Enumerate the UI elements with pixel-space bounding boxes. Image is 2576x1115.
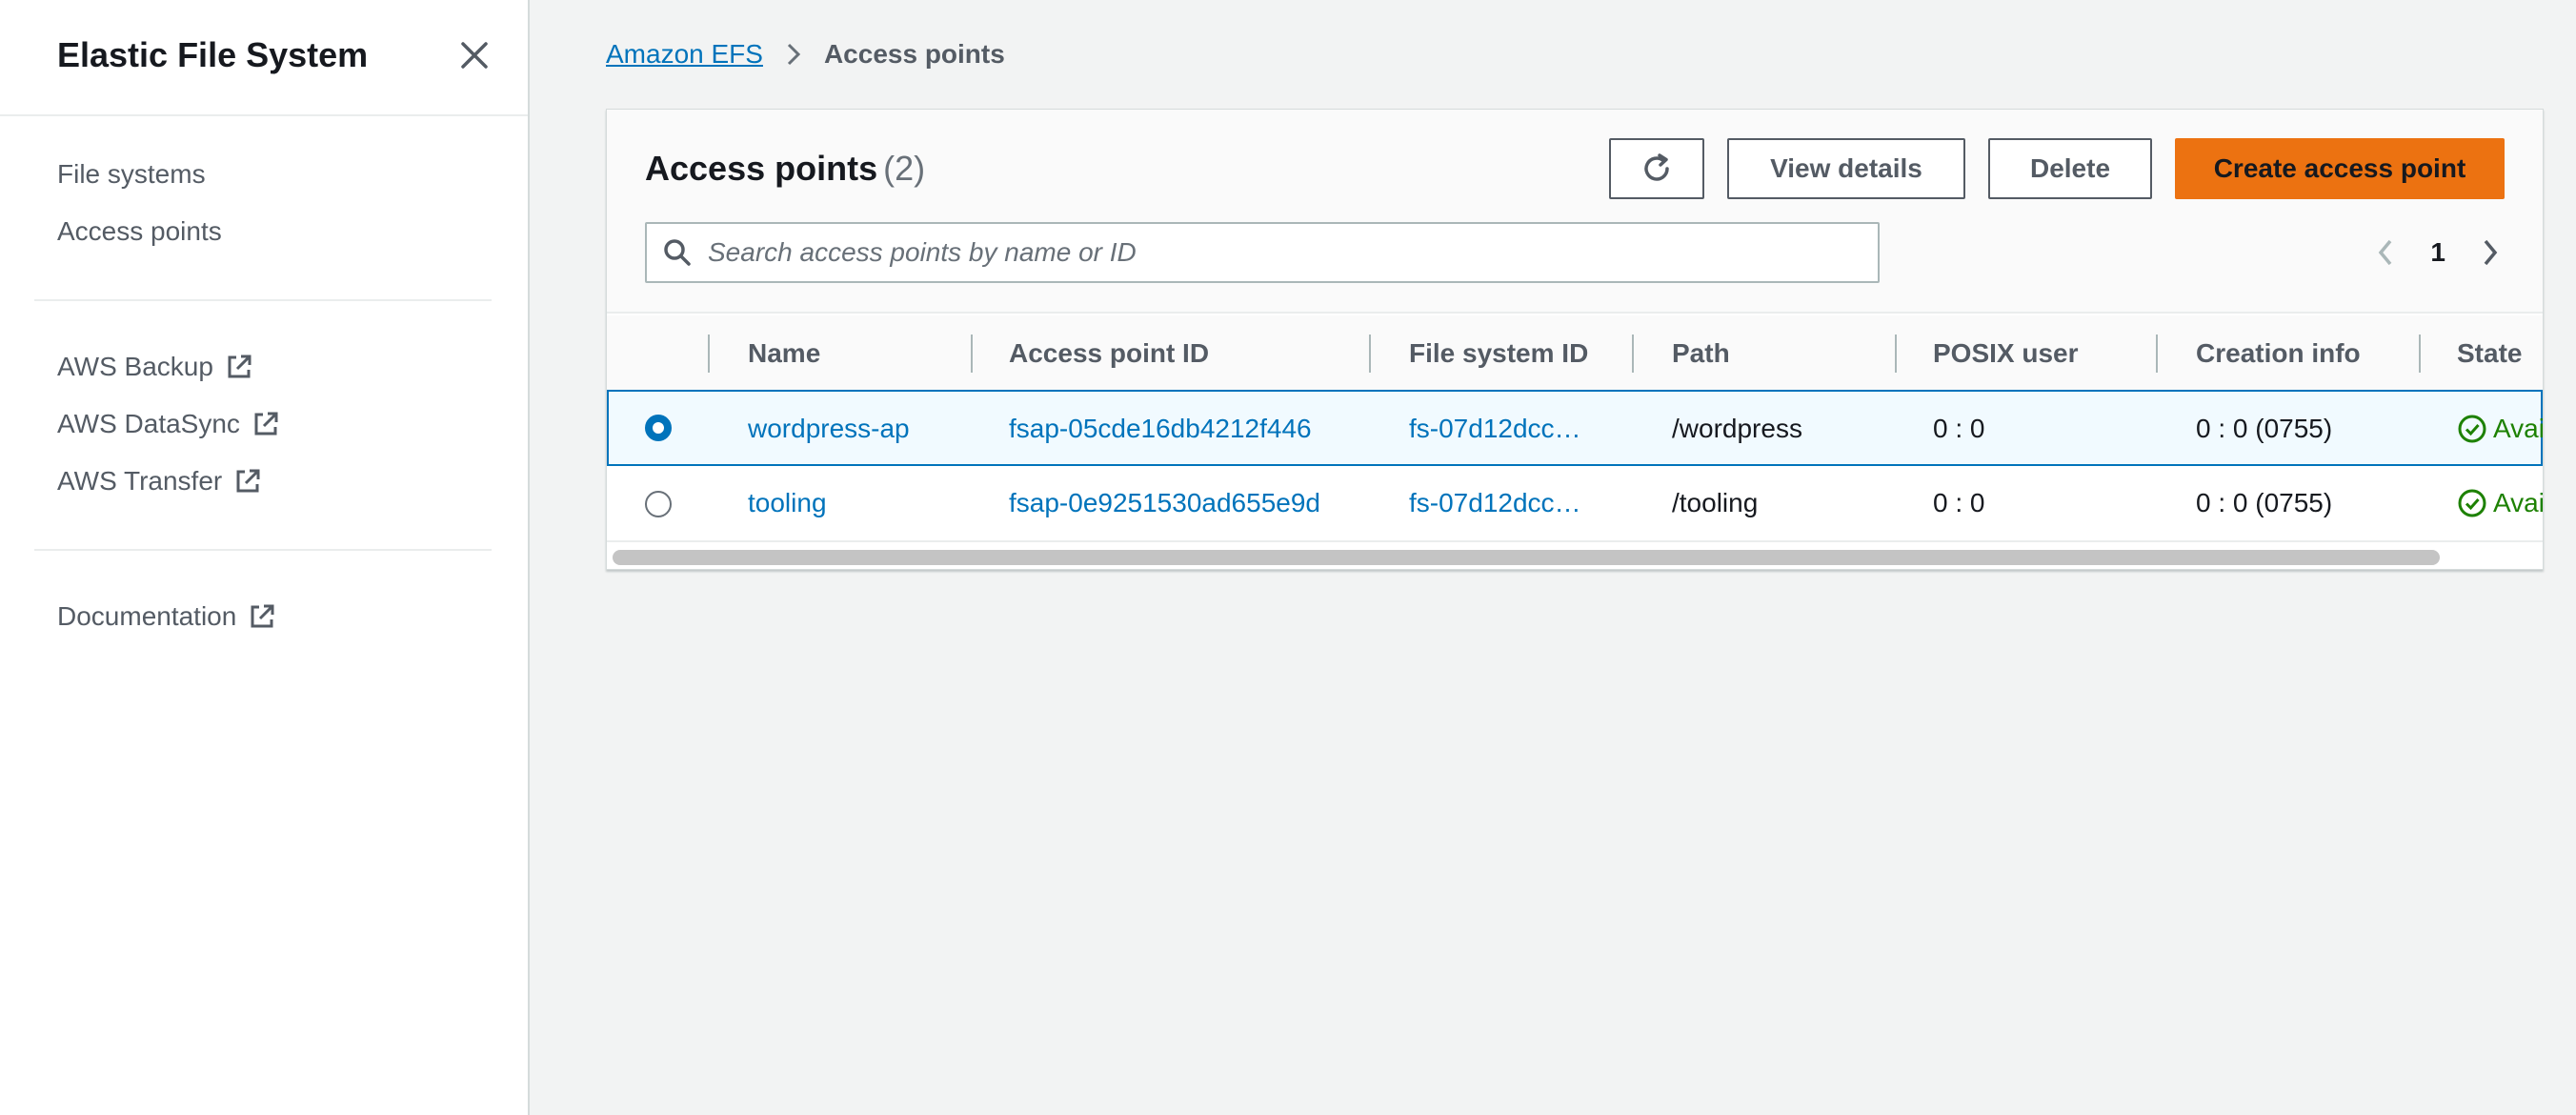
status-check-icon: [2458, 415, 2486, 443]
nav-aws-backup-label: AWS Backup: [57, 352, 213, 381]
page-title: Access points (2): [645, 148, 925, 190]
access-points-table-container: Access points (2) View details Delete Cre…: [606, 109, 2544, 570]
side-navigation: Elastic File System File systems Access …: [0, 0, 530, 1115]
column-divider[interactable]: [1632, 334, 1634, 373]
sidebar-title: Elastic File System: [57, 35, 369, 74]
delete-button[interactable]: Delete: [1988, 138, 2152, 199]
table-column-headers: Name Access point ID File system ID Path…: [607, 315, 2543, 392]
sidebar-header: Elastic File System: [0, 0, 528, 116]
nav-aws-backup[interactable]: AWS Backup: [57, 351, 253, 383]
column-divider[interactable]: [971, 334, 973, 373]
horizontal-scrollbar[interactable]: [613, 550, 2440, 565]
cell-creation-info: 0 : 0 (0755): [2196, 414, 2333, 443]
cell-path: /wordpress: [1672, 414, 1802, 443]
nav-aws-transfer-label: AWS Transfer: [57, 466, 223, 496]
nav-file-systems[interactable]: File systems: [57, 158, 206, 191]
column-header-path[interactable]: Path: [1672, 315, 1730, 392]
item-count: (2): [883, 149, 926, 188]
cell-state: Avai: [2457, 466, 2544, 540]
column-header-posix-user[interactable]: POSIX user: [1933, 315, 2079, 392]
cell-posix-user: 0 : 0: [1933, 414, 1985, 443]
pagination: 1: [2371, 233, 2505, 272]
status-check-icon: [2458, 489, 2486, 517]
nav-divider: [34, 299, 492, 301]
column-header-name[interactable]: Name: [748, 315, 820, 392]
status-text: Avai: [2493, 488, 2544, 517]
cell-state: Avai: [2457, 392, 2544, 466]
table-header-panel: Access points (2) View details Delete Cre…: [607, 110, 2543, 314]
external-link-icon: [252, 410, 280, 438]
cell-file-system-id[interactable]: fs-07d12dcc…: [1409, 392, 1581, 466]
column-header-creation-info[interactable]: Creation info: [2196, 315, 2361, 392]
close-icon[interactable]: [455, 36, 493, 74]
nav-aws-transfer[interactable]: AWS Transfer: [57, 465, 262, 497]
nav-access-points[interactable]: Access points: [57, 215, 222, 248]
breadcrumb-amazon-efs[interactable]: Amazon EFS: [606, 38, 763, 71]
refresh-button[interactable]: [1609, 138, 1704, 199]
search-input[interactable]: [708, 237, 1851, 268]
cell-name[interactable]: tooling: [748, 466, 827, 540]
external-link-icon: [248, 602, 276, 631]
cell-name[interactable]: wordpress-ap: [748, 392, 910, 466]
nav-documentation-label: Documentation: [57, 601, 237, 631]
create-access-point-button[interactable]: Create access point: [2175, 138, 2505, 199]
table-row[interactable]: tooling fsap-0e9251530ad655e9d fs-07d12d…: [607, 466, 2543, 542]
cell-access-point-id[interactable]: fsap-0e9251530ad655e9d: [1009, 466, 1320, 540]
search-field: [645, 222, 1880, 283]
previous-page-icon[interactable]: [2371, 233, 2402, 272]
column-header-file-system-id[interactable]: File system ID: [1409, 315, 1588, 392]
column-divider[interactable]: [2419, 334, 2421, 373]
row-select-radio[interactable]: [645, 415, 672, 441]
column-header-access-point-id[interactable]: Access point ID: [1009, 315, 1209, 392]
breadcrumb-current: Access points: [823, 39, 1005, 69]
external-link-icon: [233, 467, 262, 496]
table-row[interactable]: wordpress-ap fsap-05cde16db4212f446 fs-0…: [607, 390, 2543, 466]
next-page-icon[interactable]: [2474, 233, 2505, 272]
column-divider[interactable]: [2156, 334, 2158, 373]
nav-aws-datasync-label: AWS DataSync: [57, 409, 240, 438]
refresh-icon: [1644, 153, 1669, 181]
nav-aws-datasync[interactable]: AWS DataSync: [57, 408, 280, 440]
cell-file-system-id[interactable]: fs-07d12dcc…: [1409, 466, 1581, 540]
column-header-state[interactable]: State: [2457, 315, 2522, 392]
nav-divider: [34, 549, 492, 551]
nav-documentation[interactable]: Documentation: [57, 600, 276, 633]
search-icon: [662, 237, 693, 268]
cell-posix-user: 0 : 0: [1933, 488, 1985, 517]
chevron-right-icon: [782, 41, 805, 68]
cell-path: /tooling: [1672, 488, 1759, 517]
row-select-radio[interactable]: [645, 491, 672, 517]
column-divider: [708, 334, 710, 373]
view-details-button[interactable]: View details: [1727, 138, 1965, 199]
column-divider[interactable]: [1895, 334, 1897, 373]
status-text: Avai: [2493, 414, 2544, 443]
current-page[interactable]: 1: [2430, 237, 2445, 268]
title-text: Access points: [645, 149, 878, 188]
external-link-icon: [225, 353, 253, 381]
cell-creation-info: 0 : 0 (0755): [2196, 488, 2333, 517]
cell-access-point-id[interactable]: fsap-05cde16db4212f446: [1009, 392, 1312, 466]
column-divider[interactable]: [1369, 334, 1371, 373]
breadcrumb: Amazon EFS Access points: [606, 38, 1005, 71]
